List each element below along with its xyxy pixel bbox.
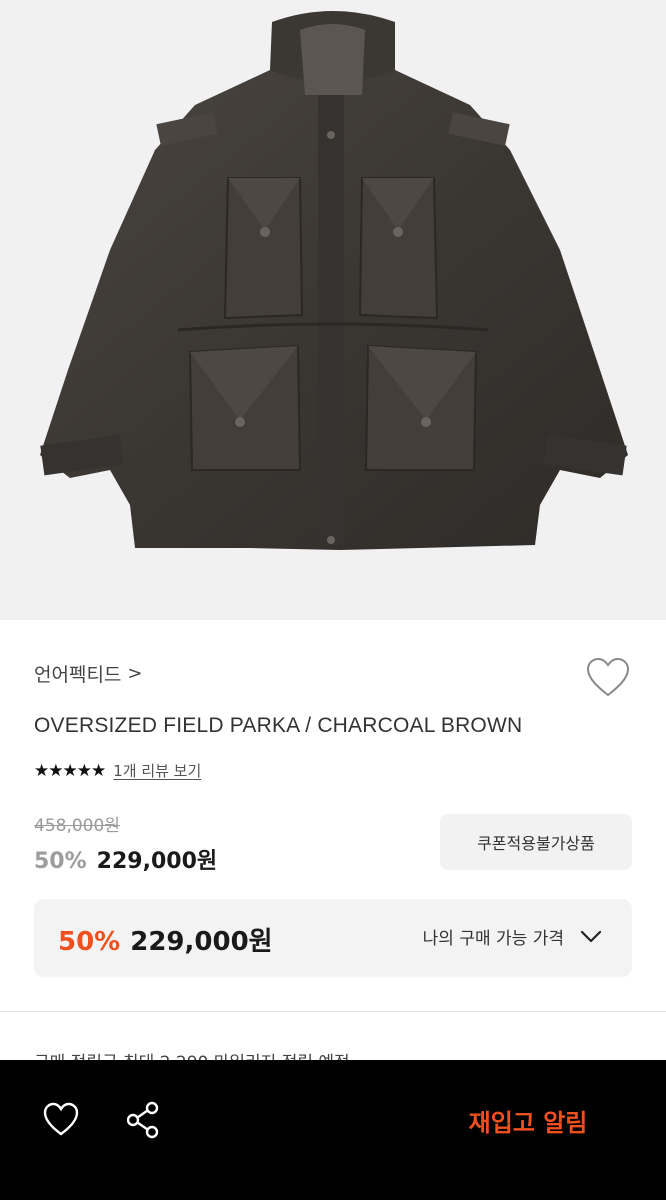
brand-link[interactable]: 언어펙티드 > <box>34 660 143 687</box>
share-button[interactable] <box>124 1100 162 1140</box>
heart-icon <box>43 1102 79 1136</box>
coupon-badge: 쿠폰적용불가상품 <box>440 814 632 870</box>
price-row: 50% 229,000원 <box>34 843 217 875</box>
wishlist-button[interactable] <box>585 657 631 699</box>
chevron-down-icon <box>580 930 602 943</box>
restock-alert-button[interactable]: 재입고 알림 <box>420 1100 636 1140</box>
bottom-wishlist-button[interactable] <box>42 1102 80 1138</box>
review-link[interactable]: 1개 리뷰 보기 <box>113 760 201 781</box>
rating-stars: ★★★★★ <box>34 760 106 781</box>
product-title: OVERSIZED FIELD PARKA / CHARCOAL BROWN <box>34 714 523 737</box>
original-price: 458,000원 <box>34 816 120 836</box>
discount-rate: 50% <box>34 849 87 874</box>
rating-row: ★★★★★ 1개 리뷰 보기 <box>34 760 201 781</box>
my-price-values: 50% 229,000원 <box>58 921 273 958</box>
brand-name: 언어펙티드 <box>34 664 122 686</box>
jacket-illustration <box>40 11 628 550</box>
my-price-toggle: 나의 구매 가능 가격 <box>423 923 604 949</box>
my-price-dropdown[interactable]: 50% 229,000원 나의 구매 가능 가격 <box>34 899 632 977</box>
my-price-label: 나의 구매 가능 가격 <box>422 928 564 949</box>
my-price-amount: 229,000원 <box>130 927 273 957</box>
heart-icon <box>586 657 630 697</box>
chevron-right-icon: > <box>127 663 143 684</box>
my-price-discount: 50% <box>58 927 121 957</box>
section-divider <box>0 1011 666 1012</box>
product-image <box>0 0 666 620</box>
sale-price: 229,000원 <box>96 849 218 874</box>
share-icon <box>126 1101 159 1139</box>
